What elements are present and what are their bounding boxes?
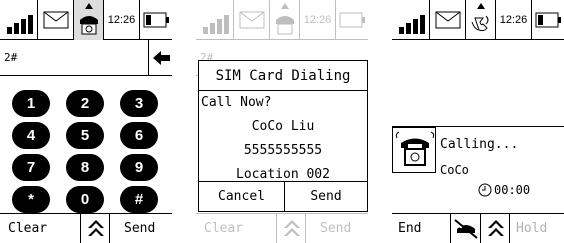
timer-value: 00:00: [494, 183, 531, 197]
key-4[interactable]: 4: [12, 122, 50, 149]
telephone-icon: [392, 127, 436, 173]
key-star[interactable]: *: [12, 186, 50, 213]
clock-time: 12:26: [104, 0, 140, 40]
key-1[interactable]: 1: [12, 90, 50, 117]
back-arrow-icon: [153, 51, 170, 65]
key-9[interactable]: 9: [120, 154, 158, 181]
signal-icon: [392, 0, 430, 40]
battery-icon: [336, 0, 368, 40]
phone-icon: [74, 0, 104, 40]
signal-icon: [0, 0, 38, 40]
mute-button[interactable]: [450, 214, 482, 243]
chevron-up-icon: [284, 220, 300, 236]
mute-phone-icon: [454, 219, 478, 239]
dialog-buttons: Cancel Send: [199, 181, 367, 211]
mail-icon: [38, 0, 74, 40]
number-input-value: 2#: [4, 51, 18, 64]
key-6[interactable]: 6: [120, 122, 158, 149]
dialog-prompt: Call Now?: [201, 95, 272, 110]
dialog-title: SIM Card Dialing: [199, 61, 367, 91]
clock-icon: [478, 183, 492, 197]
dialog-send-button[interactable]: Send: [285, 182, 367, 211]
call-info: Calling... CoCo 00:00: [392, 126, 564, 203]
status-bar: 12:26: [392, 0, 564, 40]
chevron-up-icon: [488, 220, 504, 236]
key-8[interactable]: 8: [66, 154, 104, 181]
key-5[interactable]: 5: [66, 122, 104, 149]
sim-dialing-dialog: SIM Card Dialing Call Now? CoCo Liu 5555…: [198, 60, 368, 212]
signal-icon: [196, 0, 234, 40]
clock-time: 12:26: [496, 0, 532, 40]
clock-time: 12:26: [300, 0, 336, 40]
softkey-bar: Clear Send: [196, 213, 368, 243]
end-call-button[interactable]: End: [398, 221, 421, 236]
caller-name: CoCo: [440, 163, 469, 177]
dialer-panel: 12:26 2# 1 2 3 4 5 6 7 8 9 * 0 # Clear S…: [0, 0, 172, 243]
mail-icon: [430, 0, 466, 40]
key-hash[interactable]: #: [120, 186, 158, 213]
key-2[interactable]: 2: [66, 90, 104, 117]
cancel-button[interactable]: Cancel: [199, 182, 285, 211]
hold-button[interactable]: Hold: [516, 221, 547, 236]
send-button[interactable]: Send: [124, 221, 155, 236]
chevron-up-icon: [88, 220, 104, 236]
send-button: Send: [320, 221, 352, 236]
battery-icon: [140, 0, 172, 40]
mail-icon: [234, 0, 270, 40]
sim-dialing-panel: 12:26 2# Clear Send SIM Card Dialing Cal…: [196, 0, 368, 243]
number-input[interactable]: 2#: [0, 40, 172, 76]
contact-name: CoCo Liu: [251, 119, 315, 134]
menu-toggle-button: [276, 214, 306, 243]
phone-icon: [270, 0, 300, 40]
clear-button[interactable]: Clear: [8, 221, 47, 236]
contact-number: 5555555555: [243, 143, 323, 158]
clear-button: Clear: [204, 221, 244, 236]
softkey-bar: Clear Send: [0, 213, 172, 243]
battery-icon: [532, 0, 564, 40]
softkey-bar: End Hold: [392, 213, 564, 243]
backspace-button[interactable]: [148, 40, 172, 76]
menu-toggle-button[interactable]: [80, 214, 110, 243]
calling-panel: 12:26 Calling... CoCo 00:00 End Hold: [392, 0, 564, 243]
status-bar: 12:26: [0, 0, 172, 40]
key-7[interactable]: 7: [12, 154, 50, 181]
call-status: Calling...: [440, 137, 519, 152]
ringing-phone-icon: [466, 0, 496, 40]
key-3[interactable]: 3: [120, 90, 158, 117]
menu-toggle-button[interactable]: [480, 214, 510, 243]
key-0[interactable]: 0: [66, 186, 104, 213]
contact-location: Location 002: [236, 167, 330, 182]
